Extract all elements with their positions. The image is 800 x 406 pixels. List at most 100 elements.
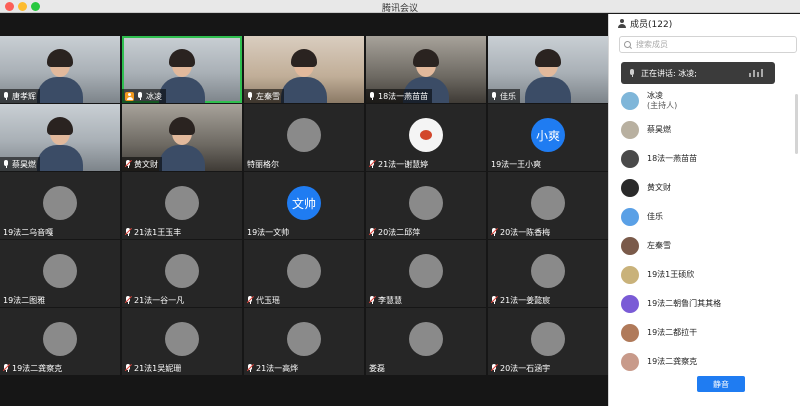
participant-label: 21法一姜懿宸: [488, 293, 554, 307]
video-tile[interactable]: 21法一高烨: [244, 308, 364, 375]
microphone-muted-icon: [368, 228, 377, 236]
member-name-block: 蔡昊燃: [647, 125, 671, 135]
meeting-window: 腾讯会议 唐孝辉 冰凌 左秦雪 18法一燕苗苗 佳乐 蔡昊燃 黄文财 特丽格尔 21法一谢慧婷小…: [0, 0, 800, 406]
participant-video: [159, 117, 205, 171]
microphone-icon: [491, 92, 497, 100]
video-tile[interactable]: 20法一石涵宇: [488, 308, 608, 375]
member-name-block: 佳乐: [647, 212, 663, 222]
member-name: 左秦雪: [647, 241, 671, 250]
participant-avatar: [409, 186, 443, 220]
video-tile[interactable]: 代玉瑶: [244, 240, 364, 307]
participant-name: 19法二图雅: [3, 295, 46, 305]
video-tile[interactable]: 19法二龚察克: [0, 308, 120, 375]
member-list-item[interactable]: 黄文财: [621, 177, 671, 199]
participant-video: [525, 49, 571, 103]
participant-avatar: [531, 186, 565, 220]
member-role: (主持人): [647, 101, 678, 110]
participant-name: 唐孝辉: [12, 91, 36, 101]
video-tile[interactable]: 21法一姜懿宸: [488, 240, 608, 307]
microphone-muted-icon: [124, 228, 133, 236]
participant-label: 19法二龚察克: [0, 361, 66, 375]
participant-avatar: [409, 322, 443, 356]
video-tile[interactable]: 小爽 19法一王小爽: [488, 104, 608, 171]
participant-label: 娄磊: [366, 361, 389, 375]
member-name-block: 19法二朝鲁门其其格: [647, 299, 721, 309]
video-tile[interactable]: 唐孝辉: [0, 36, 120, 103]
member-list-item[interactable]: 蔡昊燃: [621, 119, 671, 141]
participant-name: 19法二龚察克: [12, 363, 63, 373]
participant-name: 特丽格尔: [247, 159, 279, 169]
member-name: 19法1王硕欣: [647, 270, 695, 279]
participant-name: 冰凌: [146, 91, 162, 101]
video-tile[interactable]: 蔡昊燃: [0, 104, 120, 171]
member-list-item[interactable]: 19法1王硕欣: [621, 264, 694, 286]
video-tile[interactable]: 21法1王玉丰: [122, 172, 242, 239]
member-list-scrollbar[interactable]: [795, 94, 798, 154]
member-name: 19法二朝鲁门其其格: [647, 299, 722, 308]
participant-label: 19法二乌音嘎: [0, 225, 57, 239]
video-tile[interactable]: 李慧慧: [366, 240, 486, 307]
video-tile[interactable]: 19法二乌音嘎: [0, 172, 120, 239]
microphone-icon: [137, 92, 143, 100]
member-name: 佳乐: [647, 212, 663, 221]
participant-label: 19法二图雅: [0, 293, 49, 307]
microphone-muted-icon: [246, 364, 255, 372]
member-name: 黄文财: [647, 183, 671, 192]
video-tile[interactable]: 特丽格尔: [244, 104, 364, 171]
member-list-item[interactable]: 佳乐: [621, 206, 663, 228]
members-panel: 成员(122) 正在讲话: 冰凌; 冰凌(主持人) 蔡昊燃 18法一燕苗苗黄文财佳乐…: [608, 14, 800, 406]
speaking-text: 正在讲话: 冰凌;: [641, 68, 697, 78]
video-tile[interactable]: 佳乐: [488, 36, 608, 103]
video-tile[interactable]: 21法一谢慧婷: [366, 104, 486, 171]
microphone-muted-icon: [368, 296, 377, 304]
video-tile[interactable]: 娄磊: [366, 308, 486, 375]
member-name: 19法二都拉干: [647, 328, 698, 337]
participant-avatar: [43, 254, 77, 288]
member-list-item[interactable]: 冰凌 (主持人): [621, 90, 677, 112]
participant-label: 蔡昊燃: [0, 157, 40, 171]
video-tile[interactable]: 21法1吴妮珊: [122, 308, 242, 375]
participant-name: 20法一石涵宇: [500, 363, 551, 373]
participant-label: 21法一谷一凡: [122, 293, 188, 307]
member-search-input[interactable]: [636, 40, 786, 49]
video-tile[interactable]: 20法一陈香梅: [488, 172, 608, 239]
video-tile[interactable]: 左秦雪: [244, 36, 364, 103]
member-list-item[interactable]: 19法二龚察克: [621, 351, 697, 373]
video-tile[interactable]: 18法一燕苗苗: [366, 36, 486, 103]
microphone-icon: [369, 92, 375, 100]
participant-name: 蔡昊燃: [12, 159, 36, 169]
video-tile[interactable]: 21法一谷一凡: [122, 240, 242, 307]
participant-name: 21法1王玉丰: [134, 227, 182, 237]
microphone-muted-icon: [124, 364, 133, 372]
video-tile[interactable]: 冰凌: [122, 36, 242, 103]
participant-avatar: [165, 322, 199, 356]
participant-avatar: [165, 186, 199, 220]
microphone-muted-icon: [490, 296, 499, 304]
participant-name: 21法一姜懿宸: [500, 295, 551, 305]
microphone-muted-icon: [368, 160, 377, 168]
participant-avatar: [165, 254, 199, 288]
video-tile[interactable]: 文帅 19法一文帅: [244, 172, 364, 239]
participant-name: 19法一王小爽: [491, 159, 542, 169]
video-grid-area: 唐孝辉 冰凌 左秦雪 18法一燕苗苗 佳乐蔡昊燃 黄文财 特丽格尔 21法一谢慧婷 小爽 19法一…: [0, 14, 608, 406]
video-tile[interactable]: 20法二邱萍: [366, 172, 486, 239]
microphone-muted-icon: [124, 296, 133, 304]
participant-avatar: [409, 118, 443, 152]
member-list-item[interactable]: 18法一燕苗苗: [621, 148, 697, 170]
member-search[interactable]: [619, 36, 797, 53]
member-avatar: [621, 208, 639, 226]
mute-all-button[interactable]: 静音: [697, 376, 745, 392]
participant-label: 佳乐: [488, 89, 520, 103]
participant-label: 20法一陈香梅: [488, 225, 554, 239]
participant-name: 19法二乌音嘎: [3, 227, 54, 237]
member-list-item[interactable]: 19法二朝鲁门其其格: [621, 293, 721, 315]
member-list-item[interactable]: 左秦雪: [621, 235, 671, 257]
participant-label: 左秦雪: [244, 89, 284, 103]
member-name-block: 19法二龚察克: [647, 357, 697, 367]
member-list-item[interactable]: 19法二都拉干: [621, 322, 697, 344]
microphone-muted-icon: [124, 160, 133, 168]
participant-avatar: [287, 254, 321, 288]
participant-label: 19法一文帅: [244, 225, 293, 239]
video-tile[interactable]: 黄文财: [122, 104, 242, 171]
video-tile[interactable]: 19法二图雅: [0, 240, 120, 307]
